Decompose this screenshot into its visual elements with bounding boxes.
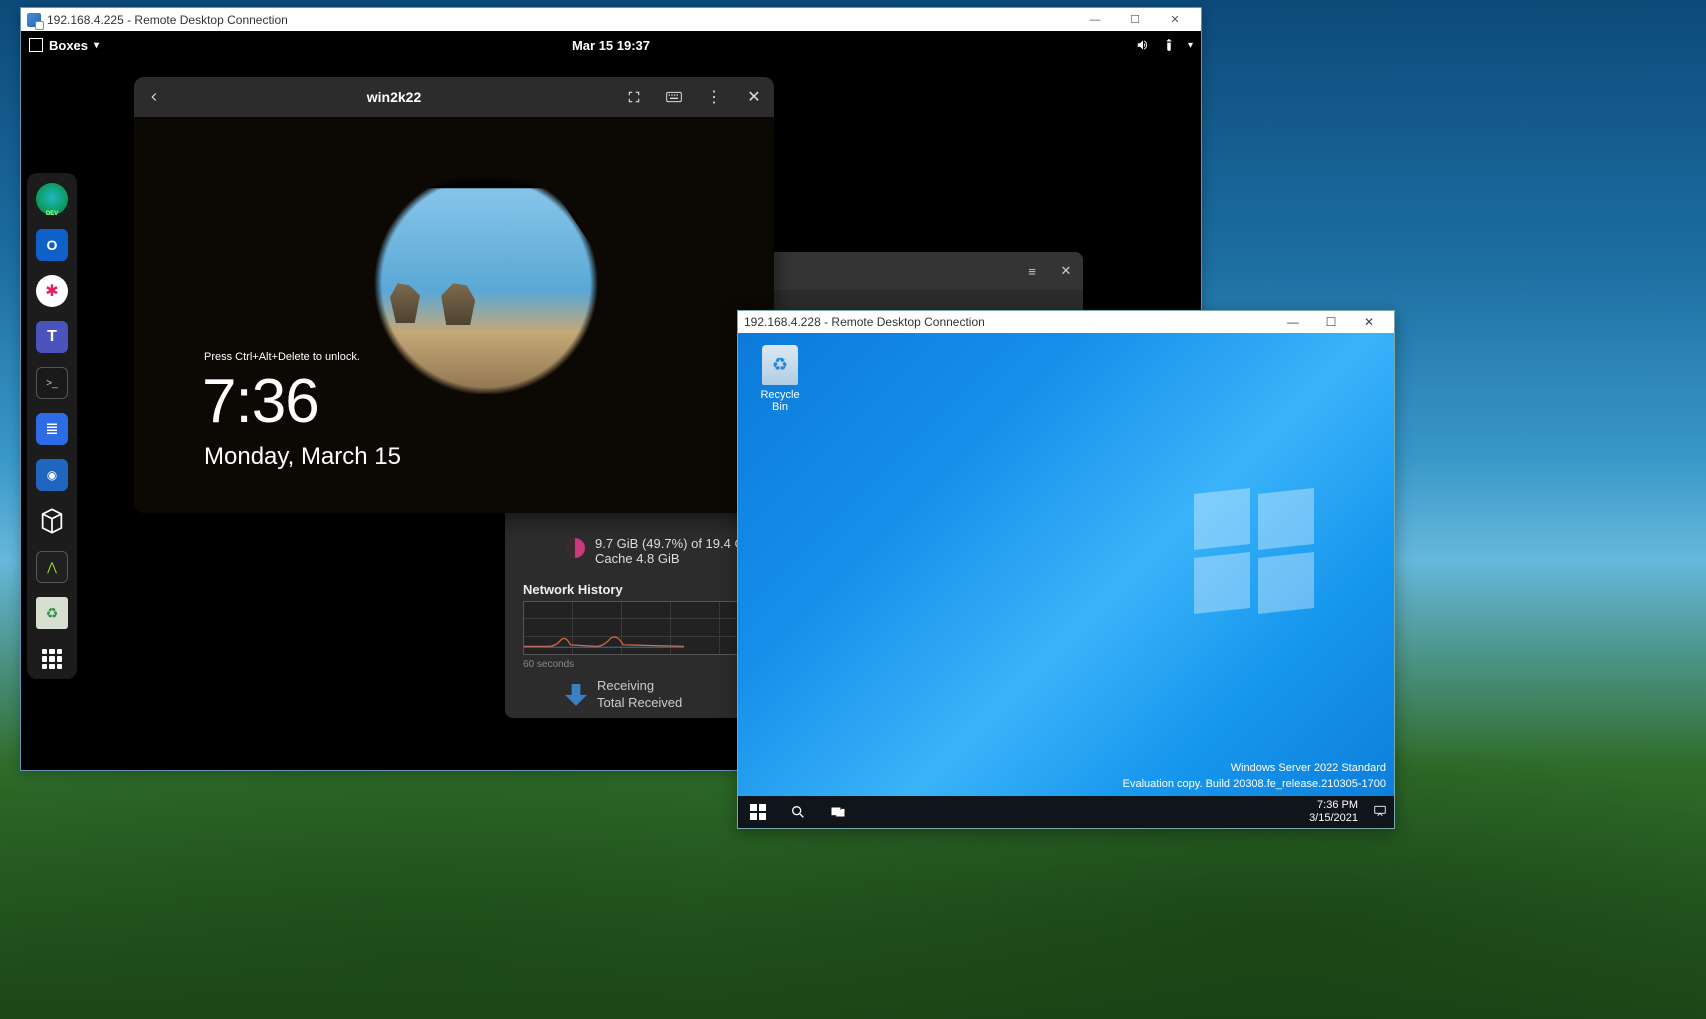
minimize-button[interactable]: —: [1274, 312, 1312, 333]
hamburger-menu-icon[interactable]: ≡: [1015, 254, 1049, 288]
boxes-vm-header[interactable]: win2k22 ⋮ ✕: [134, 77, 774, 117]
close-icon[interactable]: ✕: [1049, 254, 1083, 288]
close-button[interactable]: ✕: [1350, 312, 1388, 333]
download-arrow-icon: [565, 684, 587, 706]
dock-show-apps[interactable]: [42, 649, 62, 669]
windows-taskbar: 7:36 PM 3/15/2021: [738, 796, 1394, 828]
search-button[interactable]: [778, 796, 818, 828]
rdp-outer-title: 192.168.4.225 - Remote Desktop Connectio…: [47, 13, 288, 27]
dock-screenshot[interactable]: [36, 459, 68, 491]
fullscreen-button[interactable]: [618, 81, 650, 113]
gnome-top-bar: Boxes ▾ Mar 15 19:37 ▾: [21, 31, 1201, 59]
rdp-inner-titlebar[interactable]: 192.168.4.228 - Remote Desktop Connectio…: [738, 311, 1394, 333]
chevron-down-icon: ▾: [94, 40, 99, 51]
gnome-clock[interactable]: Mar 15 19:37: [572, 38, 650, 53]
boxes-vm-title: win2k22: [174, 89, 614, 105]
lock-screen-time: 7:36: [202, 366, 319, 437]
action-center-button[interactable]: [1366, 804, 1394, 821]
dock-system-monitor[interactable]: [36, 551, 68, 583]
taskbar-time: 7:36 PM: [1309, 799, 1358, 812]
taskbar-date: 3/15/2021: [1309, 812, 1358, 825]
gnome-app-name: Boxes: [49, 38, 88, 53]
memory-pie-icon: [565, 538, 585, 558]
dock-outlook[interactable]: [36, 229, 68, 261]
kebab-menu-button[interactable]: ⋮: [698, 81, 730, 113]
minimize-button[interactable]: —: [1075, 9, 1115, 31]
boxes-app-icon: [29, 38, 43, 52]
recycle-bin-label: Recycle Bin: [752, 389, 808, 413]
gnome-app-menu[interactable]: Boxes ▾: [29, 38, 99, 53]
maximize-button[interactable]: ☐: [1312, 312, 1350, 333]
dock-text-editor[interactable]: [36, 413, 68, 445]
rdp-window-inner: 192.168.4.228 - Remote Desktop Connectio…: [737, 310, 1395, 829]
memory-usage-text: 9.7 GiB (49.7%) of 19.4 GiB: [595, 536, 756, 551]
watermark-edition: Windows Server 2022 Standard: [1123, 761, 1386, 776]
rdp-outer-titlebar[interactable]: 192.168.4.225 - Remote Desktop Connectio…: [21, 8, 1201, 31]
windows-logo: [1194, 491, 1314, 611]
rdp-icon: [27, 13, 41, 27]
maximize-button[interactable]: ☐: [1115, 9, 1155, 31]
keyboard-button[interactable]: [658, 81, 690, 113]
back-button[interactable]: [138, 81, 170, 113]
power-icon: [1162, 38, 1176, 52]
axis-label-left: 60 seconds: [523, 659, 574, 670]
lock-screen-hint: Press Ctrl+Alt+Delete to unlock.: [204, 351, 360, 363]
windows-watermark: Windows Server 2022 Standard Evaluation …: [1123, 761, 1386, 792]
watermark-build: Evaluation copy. Build 20308.fe_release.…: [1123, 777, 1386, 792]
dock-terminal[interactable]: [36, 367, 68, 399]
memory-cache-text: Cache 4.8 GiB: [595, 551, 756, 566]
rdp-inner-title: 192.168.4.228 - Remote Desktop Connectio…: [744, 315, 985, 329]
boxes-vm-display[interactable]: Press Ctrl+Alt+Delete to unlock. 7:36 Mo…: [134, 117, 774, 513]
lock-screen-date: Monday, March 15: [204, 443, 401, 471]
taskbar-clock[interactable]: 7:36 PM 3/15/2021: [1301, 799, 1366, 825]
chevron-down-icon: ▾: [1188, 40, 1193, 51]
recycle-bin-icon[interactable]: Recycle Bin: [752, 345, 808, 413]
dock-trash[interactable]: [36, 597, 68, 629]
dock-edge-dev[interactable]: [36, 183, 68, 215]
gnome-dock: [27, 173, 77, 679]
start-button[interactable]: [738, 796, 778, 828]
volume-icon: [1136, 38, 1150, 52]
task-view-button[interactable]: [818, 796, 858, 828]
gnome-system-tray[interactable]: ▾: [1136, 38, 1193, 52]
total-received-label: Total Received: [597, 695, 682, 712]
dock-teams[interactable]: [36, 321, 68, 353]
recycle-bin-glyph: [762, 345, 798, 385]
close-button[interactable]: ✕: [738, 81, 770, 113]
remote-desktop-viewport[interactable]: Recycle Bin Windows Server 2022 Standard…: [738, 333, 1394, 828]
close-button[interactable]: ✕: [1155, 9, 1195, 31]
dock-boxes[interactable]: [36, 505, 68, 537]
dock-slack[interactable]: [36, 275, 68, 307]
boxes-vm-window: win2k22 ⋮ ✕ Press Ctrl+Alt+Delete to unl…: [134, 77, 774, 513]
receiving-label: Receiving: [597, 678, 682, 695]
